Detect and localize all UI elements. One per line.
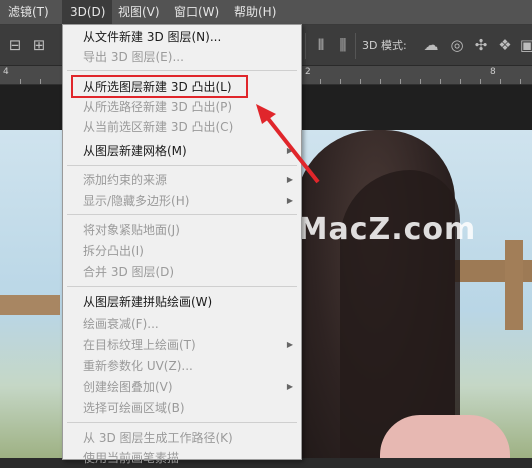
pointer-arrow-icon bbox=[256, 104, 320, 184]
